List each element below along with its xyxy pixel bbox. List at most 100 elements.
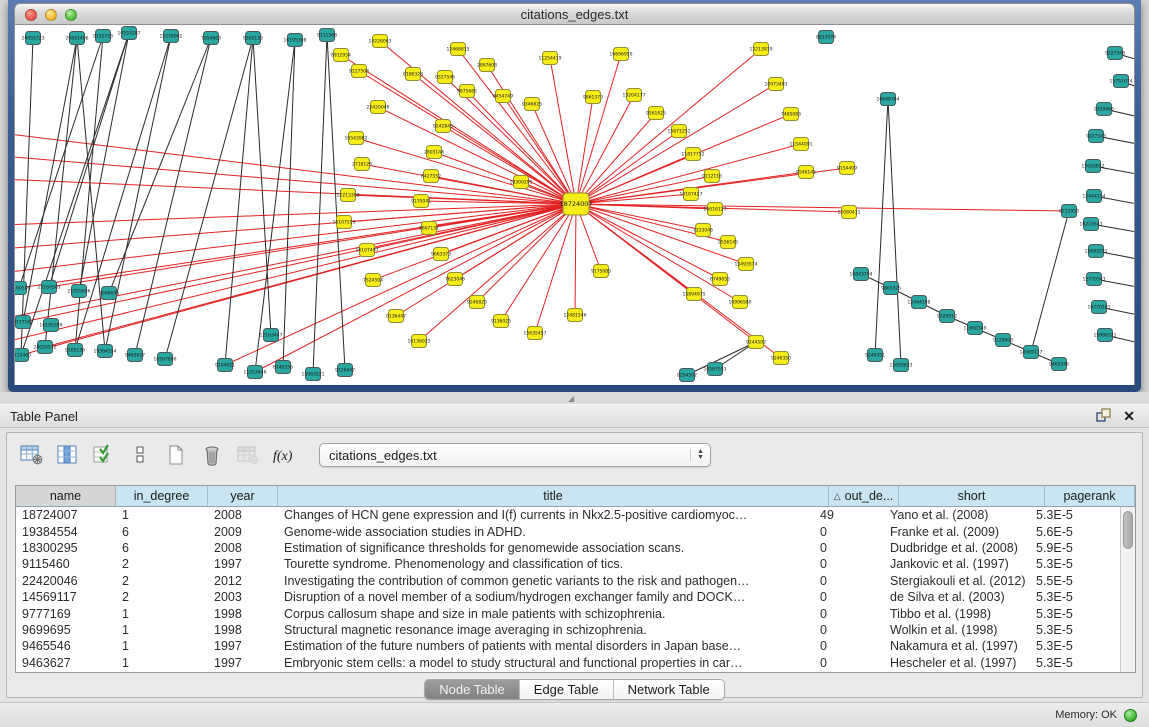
graph-selected-node-8749055[interactable]: 8749055 <box>710 273 730 286</box>
cell-name[interactable]: 9777169 <box>16 607 116 621</box>
zoom-window-icon[interactable] <box>65 9 77 21</box>
graph-node-9505135[interactable]: 9505135 <box>243 32 263 45</box>
cell-name[interactable]: 14569117 <box>16 590 116 604</box>
cell-name[interactable]: 9463627 <box>16 656 116 670</box>
graph-selected-node-16616127[interactable]: 16616127 <box>704 203 727 216</box>
cell-in_degree[interactable]: 1 <box>116 607 208 621</box>
cell-title[interactable]: Embryonic stem cells: a model to study s… <box>278 656 814 670</box>
show-column-icon[interactable] <box>53 441 83 469</box>
graph-node-9505136[interactable]: 9505136 <box>65 344 85 357</box>
cell-short[interactable]: Yano et al. (2008) <box>884 508 1030 522</box>
graph-selected-node-9875685[interactable]: 9875685 <box>457 85 477 98</box>
graph-node-9104621[interactable]: 9104621 <box>215 359 235 372</box>
selected-edge[interactable] <box>443 126 576 204</box>
cell-short[interactable]: Dudbridge et al. (2008) <box>884 541 1030 555</box>
graph-selected-node-9561625[interactable]: 9561625 <box>646 107 666 120</box>
selected-edge[interactable] <box>576 204 1069 211</box>
cell-title[interactable]: Changes of HCN gene expression and I(f) … <box>278 508 814 522</box>
cell-out_degree[interactable]: 0 <box>814 590 884 604</box>
selected-edge[interactable] <box>576 84 776 204</box>
graph-selected-node-12468815[interactable]: 12468815 <box>447 43 470 56</box>
cell-out_degree[interactable]: 0 <box>814 525 884 539</box>
selected-edge[interactable] <box>576 204 781 358</box>
graph-selected-node-9246825[interactable]: 9246825 <box>467 296 487 309</box>
column-header-pagerank[interactable]: pagerank <box>1045 486 1135 506</box>
graph-node-15998321[interactable]: 15998321 <box>1094 329 1117 342</box>
cell-out_degree[interactable]: 0 <box>814 623 884 637</box>
cell-in_degree[interactable]: 2 <box>116 590 208 604</box>
graph-selected-node-16107497[interactable]: 16107497 <box>356 244 379 257</box>
table-row[interactable]: 977716911998Corpus callosum shape and si… <box>16 605 1120 621</box>
graph-node-9246351[interactable]: 9246351 <box>865 349 885 362</box>
panel-divider[interactable]: ◢ <box>0 392 1149 404</box>
cell-name[interactable]: 18724007 <box>16 508 116 522</box>
graph-selected-node-7623046[interactable]: 7623046 <box>445 273 465 286</box>
graph-selected-node-13204177[interactable]: 13204177 <box>623 89 646 102</box>
graph-selected-node-12213383[interactable]: 12213383 <box>337 189 360 202</box>
cell-name[interactable]: 9115460 <box>16 557 116 571</box>
cell-out_degree[interactable]: 0 <box>814 541 884 555</box>
cell-pagerank[interactable]: 5.3E-5 <box>1030 590 1120 604</box>
cell-short[interactable]: Wolkin et al. (1998) <box>884 623 1030 637</box>
cell-out_degree[interactable]: 0 <box>814 574 884 588</box>
edge[interactable] <box>79 33 129 291</box>
float-panel-icon[interactable] <box>1095 408 1113 424</box>
graph-node-16195398[interactable]: 16195398 <box>284 34 307 47</box>
window-titlebar[interactable]: citations_edges.txt <box>14 3 1135 25</box>
selected-edge[interactable] <box>477 204 576 302</box>
cell-out_degree[interactable]: 0 <box>814 639 884 653</box>
graph-node-9227348[interactable]: 9227348 <box>1105 47 1125 60</box>
table-row[interactable]: 2242004622012Investigating the contribut… <box>16 573 1120 589</box>
cell-in_degree[interactable]: 1 <box>116 623 208 637</box>
column-header-short[interactable]: short <box>899 486 1045 506</box>
cell-name[interactable]: 19384554 <box>16 525 116 539</box>
table-settings-icon[interactable] <box>17 441 47 469</box>
graph-selected-node-9212116[interactable]: 9212116 <box>702 170 722 183</box>
graph-node-12770343[interactable]: 12770343 <box>1083 273 1106 286</box>
cell-year[interactable]: 1997 <box>208 639 278 653</box>
cell-year[interactable]: 1997 <box>208 656 278 670</box>
graph-node-16195399[interactable]: 16195399 <box>40 319 63 332</box>
graph-selected-node-16696950[interactable]: 16696950 <box>610 48 633 61</box>
graph-selected-node-9154409[interactable]: 9154409 <box>837 162 857 175</box>
graph-node-9111568[interactable]: 9111568 <box>317 29 337 42</box>
graph-node-8813074[interactable]: 8813074 <box>816 31 836 44</box>
graph-node-10553287[interactable]: 10553287 <box>118 27 141 40</box>
edge[interactable] <box>109 38 211 293</box>
table-row[interactable]: 969969511998Structural magnetic resonanc… <box>16 622 1120 638</box>
table-row[interactable]: 1872400712008Changes of HCN gene express… <box>16 507 1120 523</box>
graph-selected-node-11254419[interactable]: 11254419 <box>539 52 562 65</box>
graph-selected-node-9556145[interactable]: 9556145 <box>718 236 738 249</box>
graph-selected-node-9663373[interactable]: 9663373 <box>431 248 451 261</box>
graph-node-12093833[interactable]: 12093833 <box>890 359 913 372</box>
graph-selected-node-16543982[interactable]: 16543982 <box>345 132 368 145</box>
graph-node-9155723[interactable]: 9155723 <box>93 30 113 43</box>
cell-in_degree[interactable]: 6 <box>116 525 208 539</box>
graph-selected-node-9136025[interactable]: 9136025 <box>491 315 511 328</box>
graph-node-9126447[interactable]: 9126447 <box>335 364 355 377</box>
graph-selected-node-15871251[interactable]: 15871251 <box>668 125 691 138</box>
graph-node-21055806[interactable]: 21055806 <box>68 285 91 298</box>
graph-selected-node-15493574[interactable]: 15493574 <box>735 258 758 271</box>
cell-title[interactable]: Estimation of significance thresholds fo… <box>278 541 814 555</box>
graph-selected-node-9127508[interactable]: 9127508 <box>349 65 369 78</box>
cell-short[interactable]: Tibbo et al. (1998) <box>884 607 1030 621</box>
cell-out_degree[interactable]: 0 <box>814 557 884 571</box>
graph-node-16210643[interactable]: 16210643 <box>1080 218 1103 231</box>
cell-year[interactable]: 1997 <box>208 557 278 571</box>
selected-edge[interactable] <box>434 152 576 204</box>
edge[interactable] <box>49 33 129 287</box>
cell-year[interactable]: 1998 <box>208 607 278 621</box>
edge[interactable] <box>21 38 33 355</box>
edge[interactable] <box>225 38 253 365</box>
edge[interactable] <box>105 36 171 351</box>
minimize-window-icon[interactable] <box>45 9 57 21</box>
selected-edge[interactable] <box>413 74 576 204</box>
cell-short[interactable]: de Silva et al. (2003) <box>884 590 1030 604</box>
cell-title[interactable]: Corpus callosum shape and size in male p… <box>278 607 814 621</box>
graph-selected-node-9242845[interactable]: 9242845 <box>433 120 453 133</box>
cell-pagerank[interactable]: 5.3E-5 <box>1030 639 1120 653</box>
graph-selected-node-15635457[interactable]: 15635457 <box>524 327 547 340</box>
selected-edge[interactable] <box>23 204 576 322</box>
cell-pagerank[interactable]: 5.3E-5 <box>1030 557 1120 571</box>
